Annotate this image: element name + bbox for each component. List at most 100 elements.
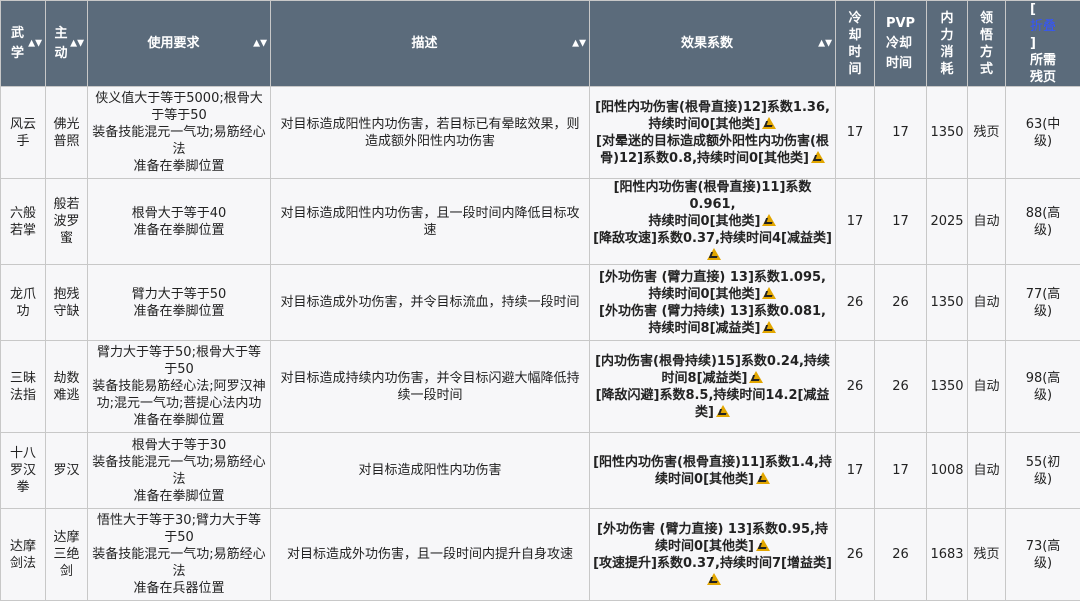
effect-line: 持续时间0[其他类] <box>593 116 832 133</box>
pages-required: 55(初级) <box>1006 433 1080 509</box>
col-header-pvp-cooldown[interactable]: PVP冷却时间 <box>875 1 927 87</box>
requirement-line: 准备在拳脚位置 <box>91 303 267 320</box>
requirement-line: 根骨大于等于30 <box>91 437 267 454</box>
effect-line: [降敌闪避]系数8.5,持续时间14.2[减益 <box>593 387 832 404</box>
col-header-cooldown[interactable]: 冷却时间 <box>836 1 875 87</box>
requirement: 侠义值大于等于5000;根骨大于等于50装备技能混元一气功;易筋经心法准备在拳脚… <box>88 87 271 179</box>
effect-text: 骨)12]系数0.8,持续时间0[其他类] <box>600 151 809 166</box>
requirement-line: 侠义值大于等于5000;根骨大 <box>91 90 267 107</box>
effect-cell: [内功伤害(根骨持续)15]系数0.24,持续时间8[减益类][降敌闪避]系数8… <box>590 341 836 433</box>
requirement-line: 准备在拳脚位置 <box>91 488 267 505</box>
col-header-skill[interactable]: 武学 ▲▼ <box>1 1 46 87</box>
header-skill-label: 武学 <box>11 24 24 64</box>
effect-text: [外功伤害 (臂力直接) 13]系数1.095, <box>599 270 826 285</box>
skill-name-line: 若掌 <box>4 222 42 239</box>
pvp-cooldown: 17 <box>875 433 927 509</box>
warning-icon[interactable] <box>762 287 776 299</box>
skill-name-line: 三昧 <box>4 370 42 387</box>
learn: 残页 <box>968 87 1006 179</box>
header-row: 武学 ▲▼ 主动 ▲▼ 使用要求 ▲▼ 描述 ▲▼ 效果系数 ▲▼ <box>1 1 1080 87</box>
skill-name-line: 拳 <box>4 479 42 496</box>
warning-icon[interactable] <box>762 214 776 226</box>
warning-icon[interactable] <box>707 248 721 260</box>
requirement: 根骨大于等于30装备技能混元一气功;易筋经心法准备在拳脚位置 <box>88 433 271 509</box>
learn: 自动 <box>968 433 1006 509</box>
skill-school-line: 佛光 <box>49 116 84 133</box>
pages-required: 73(高级) <box>1006 509 1080 601</box>
effect-cell: [外功伤害 (臂力直接) 13]系数1.095,持续时间0[其他类][外功伤害 … <box>590 265 836 341</box>
header-mana-label: 内力消耗 <box>940 10 953 78</box>
col-header-requirement[interactable]: 使用要求 ▲▼ <box>88 1 271 87</box>
description-line: 续一段时间 <box>274 387 586 404</box>
description: 对目标造成阳性内功伤害，且一段时间内降低目标攻速 <box>271 179 590 265</box>
skill-name-line: 风云 <box>4 116 42 133</box>
learn: 自动 <box>968 341 1006 433</box>
col-header-learn[interactable]: 领悟方式 <box>968 1 1006 87</box>
effect-text: [对晕迷的目标造成额外阳性内功伤害(根 <box>596 134 829 149</box>
effect-text: [外功伤害 (臂力持续) 13]系数0.081, <box>599 304 826 319</box>
warning-icon[interactable] <box>716 405 730 417</box>
requirement-line: 装备技能混元一气功;易筋经心 <box>91 454 267 471</box>
effect-text: [阳性内功伤害(根骨直接)11]系数1.4,持 <box>593 455 832 470</box>
col-header-mana[interactable]: 内力消耗 <box>927 1 968 87</box>
pages-required-line: 级) <box>1009 303 1077 320</box>
description-line: 对目标造成阳性内功伤害 <box>274 462 586 479</box>
col-header-school[interactable]: 主动 ▲▼ <box>46 1 88 87</box>
learn: 自动 <box>968 265 1006 341</box>
header-effect-label: 效果系数 <box>681 36 733 51</box>
skill-school-line: 般若 <box>49 196 84 213</box>
mana: 2025 <box>927 179 968 265</box>
skill-school-line: 波罗 <box>49 213 84 230</box>
warning-icon[interactable] <box>756 472 770 484</box>
cooldown: 26 <box>836 509 875 601</box>
requirement-line: 臂力大于等于50;根骨大于等 <box>91 344 267 361</box>
learn: 残页 <box>968 509 1006 601</box>
warning-icon[interactable] <box>762 321 776 333</box>
col-header-effect[interactable]: 效果系数 ▲▼ <box>590 1 836 87</box>
requirement-line: 根骨大于等于40 <box>91 205 267 222</box>
effect-line: 持续时间0[其他类] <box>593 213 832 230</box>
cooldown: 26 <box>836 341 875 433</box>
requirement-line: 装备技能易筋经心法;阿罗汉神 <box>91 378 267 395</box>
table-row: 十八罗汉拳罗汉根骨大于等于30装备技能混元一气功;易筋经心法准备在拳脚位置对目标… <box>1 433 1080 509</box>
pages-required: 98(高级) <box>1006 341 1080 433</box>
requirement-line: 悟性大于等于30;臂力大于等 <box>91 512 267 529</box>
table-row: 风云手佛光普照侠义值大于等于5000;根骨大于等于50装备技能混元一气功;易筋经… <box>1 87 1080 179</box>
effect-text: [阳性内功伤害(根骨直接)12]系数1.36, <box>595 100 830 115</box>
mana: 1350 <box>927 341 968 433</box>
description-line: 造成额外阳性内功伤害 <box>274 133 586 150</box>
skill-name-line: 达摩 <box>4 538 42 555</box>
warning-icon[interactable] <box>707 573 721 585</box>
warning-icon[interactable] <box>811 151 825 163</box>
header-pages-label: [折叠] 所需 残页 <box>1030 1 1056 86</box>
learn: 自动 <box>968 179 1006 265</box>
effect-text: 类] <box>695 405 714 420</box>
requirement: 悟性大于等于30;臂力大于等于50装备技能混元一气功;易筋经心法准备在兵器位置 <box>88 509 271 601</box>
cooldown: 26 <box>836 265 875 341</box>
effect-line: 持续时间0[其他类] <box>593 286 832 303</box>
requirement-line: 臂力大于等于50 <box>91 286 267 303</box>
requirement-line: 准备在拳脚位置 <box>91 222 267 239</box>
skill-name: 三昧法指 <box>1 341 46 433</box>
pages-required: 88(高级) <box>1006 179 1080 265</box>
requirement-line: 装备技能混元一气功;易筋经心 <box>91 124 267 141</box>
warning-icon[interactable] <box>756 539 770 551</box>
description-line: 对目标造成持续内功伤害，并令目标闪避大幅降低持 <box>274 370 586 387</box>
fold-link[interactable]: 折叠 <box>1030 19 1056 34</box>
cooldown: 17 <box>836 179 875 265</box>
effect-cell: [阳性内功伤害(根骨直接)11]系数1.4,持续时间0[其他类] <box>590 433 836 509</box>
skill-name-line: 十八 <box>4 445 42 462</box>
warning-icon[interactable] <box>749 371 763 383</box>
table-row: 达摩剑法达摩三绝剑悟性大于等于30;臂力大于等于50装备技能混元一气功;易筋经心… <box>1 509 1080 601</box>
effect-line: [阳性内功伤害(根骨直接)12]系数1.36, <box>593 99 832 116</box>
requirement-line: 法 <box>91 471 267 488</box>
skill-school-line: 罗汉 <box>49 462 84 479</box>
table-body: 风云手佛光普照侠义值大于等于5000;根骨大于等于50装备技能混元一气功;易筋经… <box>1 87 1080 601</box>
skill-school-line: 普照 <box>49 133 84 150</box>
effect-text: 续时间0[其他类] <box>655 472 754 487</box>
skill-school: 达摩三绝剑 <box>46 509 88 601</box>
skill-school: 罗汉 <box>46 433 88 509</box>
col-header-description[interactable]: 描述 ▲▼ <box>271 1 590 87</box>
skill-name-line: 功 <box>4 303 42 320</box>
warning-icon[interactable] <box>762 117 776 129</box>
